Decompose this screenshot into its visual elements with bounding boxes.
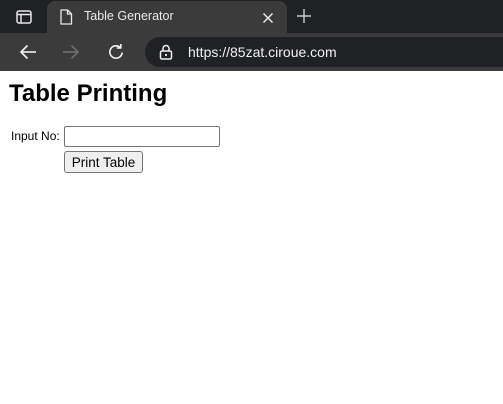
reload-icon[interactable]: [104, 40, 128, 64]
address-bar[interactable]: https://85zat.ciroue.com: [145, 37, 503, 67]
number-input[interactable]: [64, 126, 220, 147]
lock-icon[interactable]: [159, 44, 173, 60]
page-title: Table Printing: [9, 80, 168, 107]
browser-tabstrip: Table Generator: [0, 0, 503, 33]
page-icon: [59, 9, 73, 25]
print-table-button[interactable]: Print Table: [64, 151, 143, 173]
back-arrow-icon[interactable]: [16, 40, 40, 64]
page-content: Table Printing Input No: Print Table: [0, 71, 503, 404]
browser-tab[interactable]: Table Generator: [47, 1, 287, 33]
tab-title: Table Generator: [84, 9, 174, 23]
forward-arrow-icon[interactable]: [59, 40, 83, 64]
input-label: Input No:: [11, 129, 60, 143]
browser-toolbar: https://85zat.ciroue.com: [0, 33, 503, 71]
close-icon[interactable]: [262, 11, 274, 24]
plus-icon[interactable]: [294, 6, 314, 26]
url-text[interactable]: https://85zat.ciroue.com: [188, 44, 337, 60]
window-icon[interactable]: [8, 4, 40, 29]
